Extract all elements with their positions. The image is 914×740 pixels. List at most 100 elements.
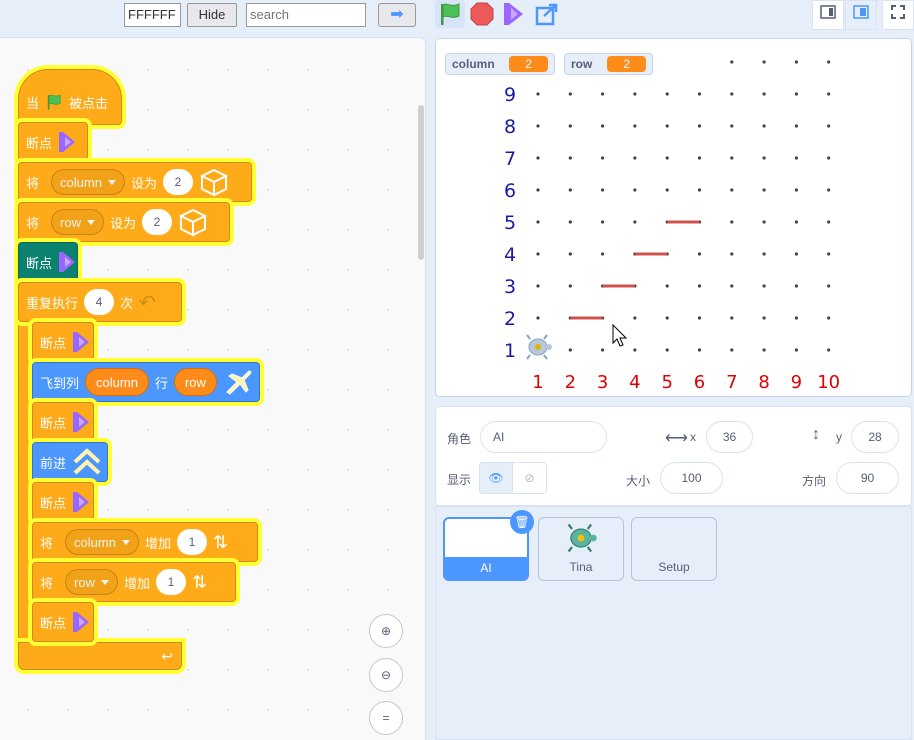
variable-name: row xyxy=(74,574,95,590)
variable-dropdown[interactable]: row xyxy=(65,569,118,595)
grid-dot xyxy=(601,220,605,224)
share-icon xyxy=(535,3,558,26)
increment-input[interactable]: 1 xyxy=(176,529,207,555)
grid-dot xyxy=(568,188,572,192)
sprite-name-input[interactable]: AI xyxy=(480,421,607,453)
eye-slash-icon: ⊘ xyxy=(524,471,535,485)
normal-stage-icon xyxy=(853,5,869,19)
column-label: 5 xyxy=(661,372,672,393)
breakpoint-block[interactable]: 断点 xyxy=(18,122,88,162)
breakpoint-label: 断点 xyxy=(40,495,67,511)
breakpoint-step-icon xyxy=(504,3,523,25)
hide-button[interactable]: Hide xyxy=(187,3,237,27)
code-workspace[interactable]: ↩ 当 被点击 断点 将 column 设为 2 将 row 设为 2 断点 重… xyxy=(0,37,426,740)
search-input[interactable]: search xyxy=(246,3,366,27)
variable-dropdown[interactable]: row xyxy=(51,209,104,235)
hex-color-input[interactable]: FFFFFF xyxy=(124,3,181,27)
size-input[interactable]: 100 xyxy=(660,462,723,494)
breakpoint-label: 断点 xyxy=(26,255,53,271)
step-button[interactable] xyxy=(499,0,529,28)
delete-sprite-button[interactable]: 🗑 xyxy=(510,510,534,534)
y-label: y xyxy=(836,430,842,444)
stage[interactable]: column 2 row 2 9 8 7 6 5 4 3 2 1 1 2 3 4 5 6 7 8 9 10 xyxy=(435,38,912,397)
row-label: 5 xyxy=(504,212,516,234)
grid-dot xyxy=(730,124,734,128)
breakpoint-block[interactable]: 断点 xyxy=(32,482,94,522)
breakpoint-block[interactable]: 断点 xyxy=(32,402,94,442)
share-button[interactable] xyxy=(532,0,562,28)
breakpoint-icon xyxy=(59,252,76,272)
normal-stage-button[interactable] xyxy=(845,0,877,30)
repeat-block[interactable]: 重复执行 4 次 ↶ xyxy=(18,282,182,322)
grid-dot xyxy=(665,348,669,352)
change-row-block[interactable]: 将 row 增加 1 ⇅ xyxy=(32,562,236,602)
small-stage-button[interactable] xyxy=(812,0,844,30)
set-column-block[interactable]: 将 column 设为 2 xyxy=(18,162,252,202)
row-label: 9 xyxy=(504,84,516,106)
x-input[interactable]: 36 xyxy=(706,421,753,453)
breakpoint-block[interactable]: 断点 xyxy=(32,322,94,362)
grid-dot xyxy=(697,316,702,320)
breakpoint-block[interactable]: 断点 xyxy=(32,602,94,642)
value-input[interactable]: 2 xyxy=(141,209,172,235)
grid-dot xyxy=(536,284,540,288)
forward-block[interactable]: 前进 xyxy=(32,442,108,482)
variable-dropdown[interactable]: column xyxy=(65,529,139,555)
hide-sprite-button[interactable]: ⊘ xyxy=(513,463,546,493)
y-input[interactable]: 28 xyxy=(851,421,899,453)
increment-input[interactable]: 1 xyxy=(155,569,186,595)
column-label: 1 xyxy=(532,372,543,393)
grid-dot xyxy=(827,124,831,128)
grid-dot xyxy=(730,156,734,160)
repeat-count-input[interactable]: 4 xyxy=(84,289,115,315)
zoom-reset-button[interactable]: = xyxy=(369,701,403,735)
workspace-scrollbar[interactable] xyxy=(418,105,424,260)
breakpoint-icon xyxy=(73,412,90,432)
turtle-sprite[interactable] xyxy=(522,333,554,364)
value-input[interactable]: 2 xyxy=(162,169,193,195)
vertical-arrows-icon: ↕ xyxy=(812,426,820,443)
row-reporter[interactable]: row xyxy=(173,368,217,396)
breakpoint-block-active[interactable]: 断点 xyxy=(18,242,78,282)
grid-dot xyxy=(536,188,540,192)
grid-dot xyxy=(762,252,766,256)
direction-input[interactable]: 90 xyxy=(836,462,899,494)
grid-dot xyxy=(665,92,669,96)
zoom-reset-icon: = xyxy=(382,711,390,725)
row-label: 4 xyxy=(504,244,516,266)
sprite-tile-tina[interactable]: Tina xyxy=(538,517,624,581)
mouse-cursor-icon xyxy=(612,324,628,347)
row-label: 1 xyxy=(504,340,516,362)
go-button[interactable]: ➡ xyxy=(378,3,416,27)
set-row-block[interactable]: 将 row 设为 2 xyxy=(18,202,230,242)
set-label: 将 xyxy=(26,175,40,191)
zoom-in-button[interactable]: ⊕ xyxy=(369,614,403,648)
size-label: 大小 xyxy=(626,474,651,488)
zoom-out-icon: ⊖ xyxy=(380,668,392,682)
column-label: 8 xyxy=(758,372,769,393)
grid-dot xyxy=(536,220,540,224)
zoom-out-button[interactable]: ⊖ xyxy=(369,658,403,692)
change-column-block[interactable]: 将 column 增加 1 ⇅ xyxy=(32,522,258,562)
variable-name: row xyxy=(60,214,81,230)
when-flag-clicked-block[interactable]: 当 被点击 xyxy=(18,69,122,125)
grid-dot xyxy=(730,220,734,224)
row-label: 6 xyxy=(504,180,516,202)
fullscreen-button[interactable] xyxy=(882,0,914,30)
green-flag-button[interactable] xyxy=(435,0,465,28)
grid-dot xyxy=(536,316,540,320)
goto-block[interactable]: 飞到列 column 行 row xyxy=(32,362,260,402)
variable-dropdown[interactable]: column xyxy=(51,169,125,195)
change-label: 将 xyxy=(40,535,54,551)
show-button[interactable]: 👁 xyxy=(480,463,514,493)
change-by-label: 增加 xyxy=(144,535,171,551)
set-to-label: 设为 xyxy=(130,175,157,191)
column-reporter[interactable]: column xyxy=(85,368,149,396)
grid-dot xyxy=(665,124,669,128)
grid-dot xyxy=(633,124,637,128)
grid-dot xyxy=(794,156,798,160)
variable-name: column xyxy=(60,174,102,190)
sprite-tile-setup[interactable]: Setup xyxy=(631,517,717,581)
stop-button[interactable] xyxy=(467,0,497,28)
repeat-c-arm xyxy=(18,282,32,662)
